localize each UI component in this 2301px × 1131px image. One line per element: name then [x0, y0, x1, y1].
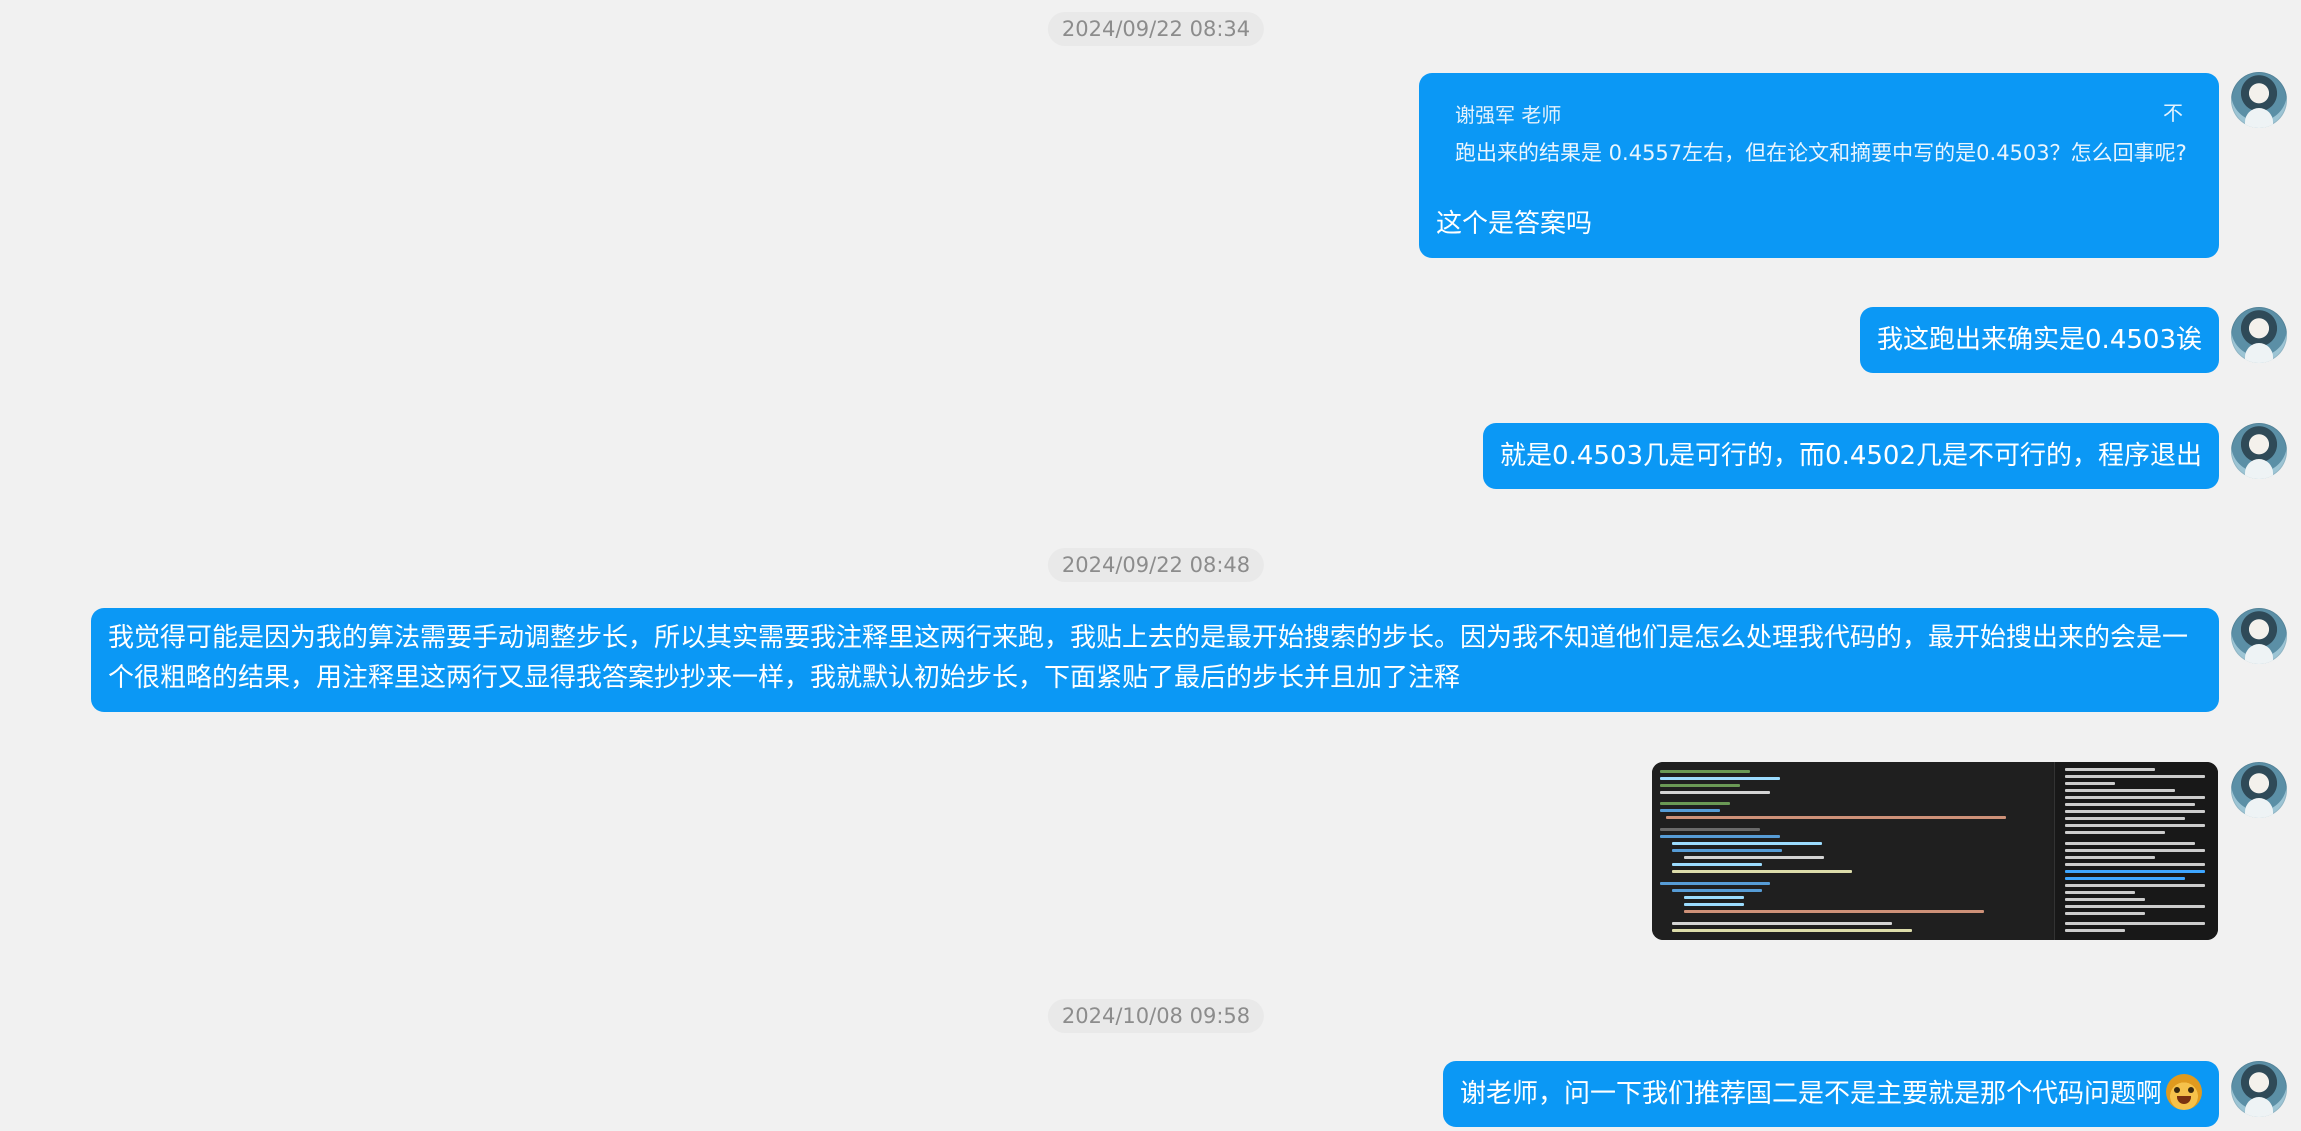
quote-close-icon[interactable]: 不 — [2163, 97, 2183, 126]
user-avatar[interactable] — [2231, 307, 2287, 363]
user-avatar[interactable] — [2231, 423, 2287, 479]
message-bubble[interactable]: 我觉得可能是因为我的算法需要手动调整步长，所以其实需要我注释里这两行来跑，我贴上… — [91, 608, 2219, 712]
message-bubble[interactable]: 就是0.4503几是可行的，而0.4502几是不可行的，程序退出 — [1483, 423, 2219, 489]
message-text: 我觉得可能是因为我的算法需要手动调整步长，所以其实需要我注释里这两行来跑，我贴上… — [108, 623, 2189, 693]
message-text: 我这跑出来确实是0.4503诶 — [1877, 325, 2202, 355]
message-bubble[interactable]: 我这跑出来确实是0.4503诶 — [1860, 307, 2219, 373]
message-bubble[interactable]: 谢老师，问一下我们推荐国二是不是主要就是那个代码问题啊 — [1442, 1061, 2219, 1127]
timestamp: 2024/09/22 08:34 — [1047, 12, 1265, 46]
timestamp: 2024/10/08 09:58 — [1047, 999, 1265, 1033]
quoted-author: 谢强军 老师 — [1455, 103, 1562, 127]
message-bubble-quote-reply[interactable]: 谢强军 老师 不 跑出来的结果是 0.4557左右，但在论文和摘要中写的是0.4… — [1419, 73, 2219, 258]
terminal-pane — [2054, 762, 2218, 940]
code-editor-pane — [1652, 762, 2052, 940]
message-text: 这个是答案吗 — [1436, 209, 1593, 239]
message-text: 谢老师，问一下我们推荐国二是不是主要就是那个代码问题啊 — [1459, 1079, 2162, 1109]
surprised-face-emoji — [2166, 1073, 2202, 1110]
timestamp: 2024/09/22 08:48 — [1047, 548, 1265, 582]
user-avatar[interactable] — [2231, 608, 2287, 664]
user-avatar[interactable] — [2231, 72, 2287, 128]
code-screenshot-image[interactable] — [1652, 762, 2218, 940]
user-avatar[interactable] — [2231, 762, 2287, 818]
user-avatar[interactable] — [2231, 1061, 2287, 1117]
message-text: 就是0.4503几是可行的，而0.4502几是不可行的，程序退出 — [1500, 441, 2202, 471]
quoted-message-text: 跑出来的结果是 0.4557左右，但在论文和摘要中写的是0.4503？怎么回事呢… — [1455, 141, 2187, 165]
